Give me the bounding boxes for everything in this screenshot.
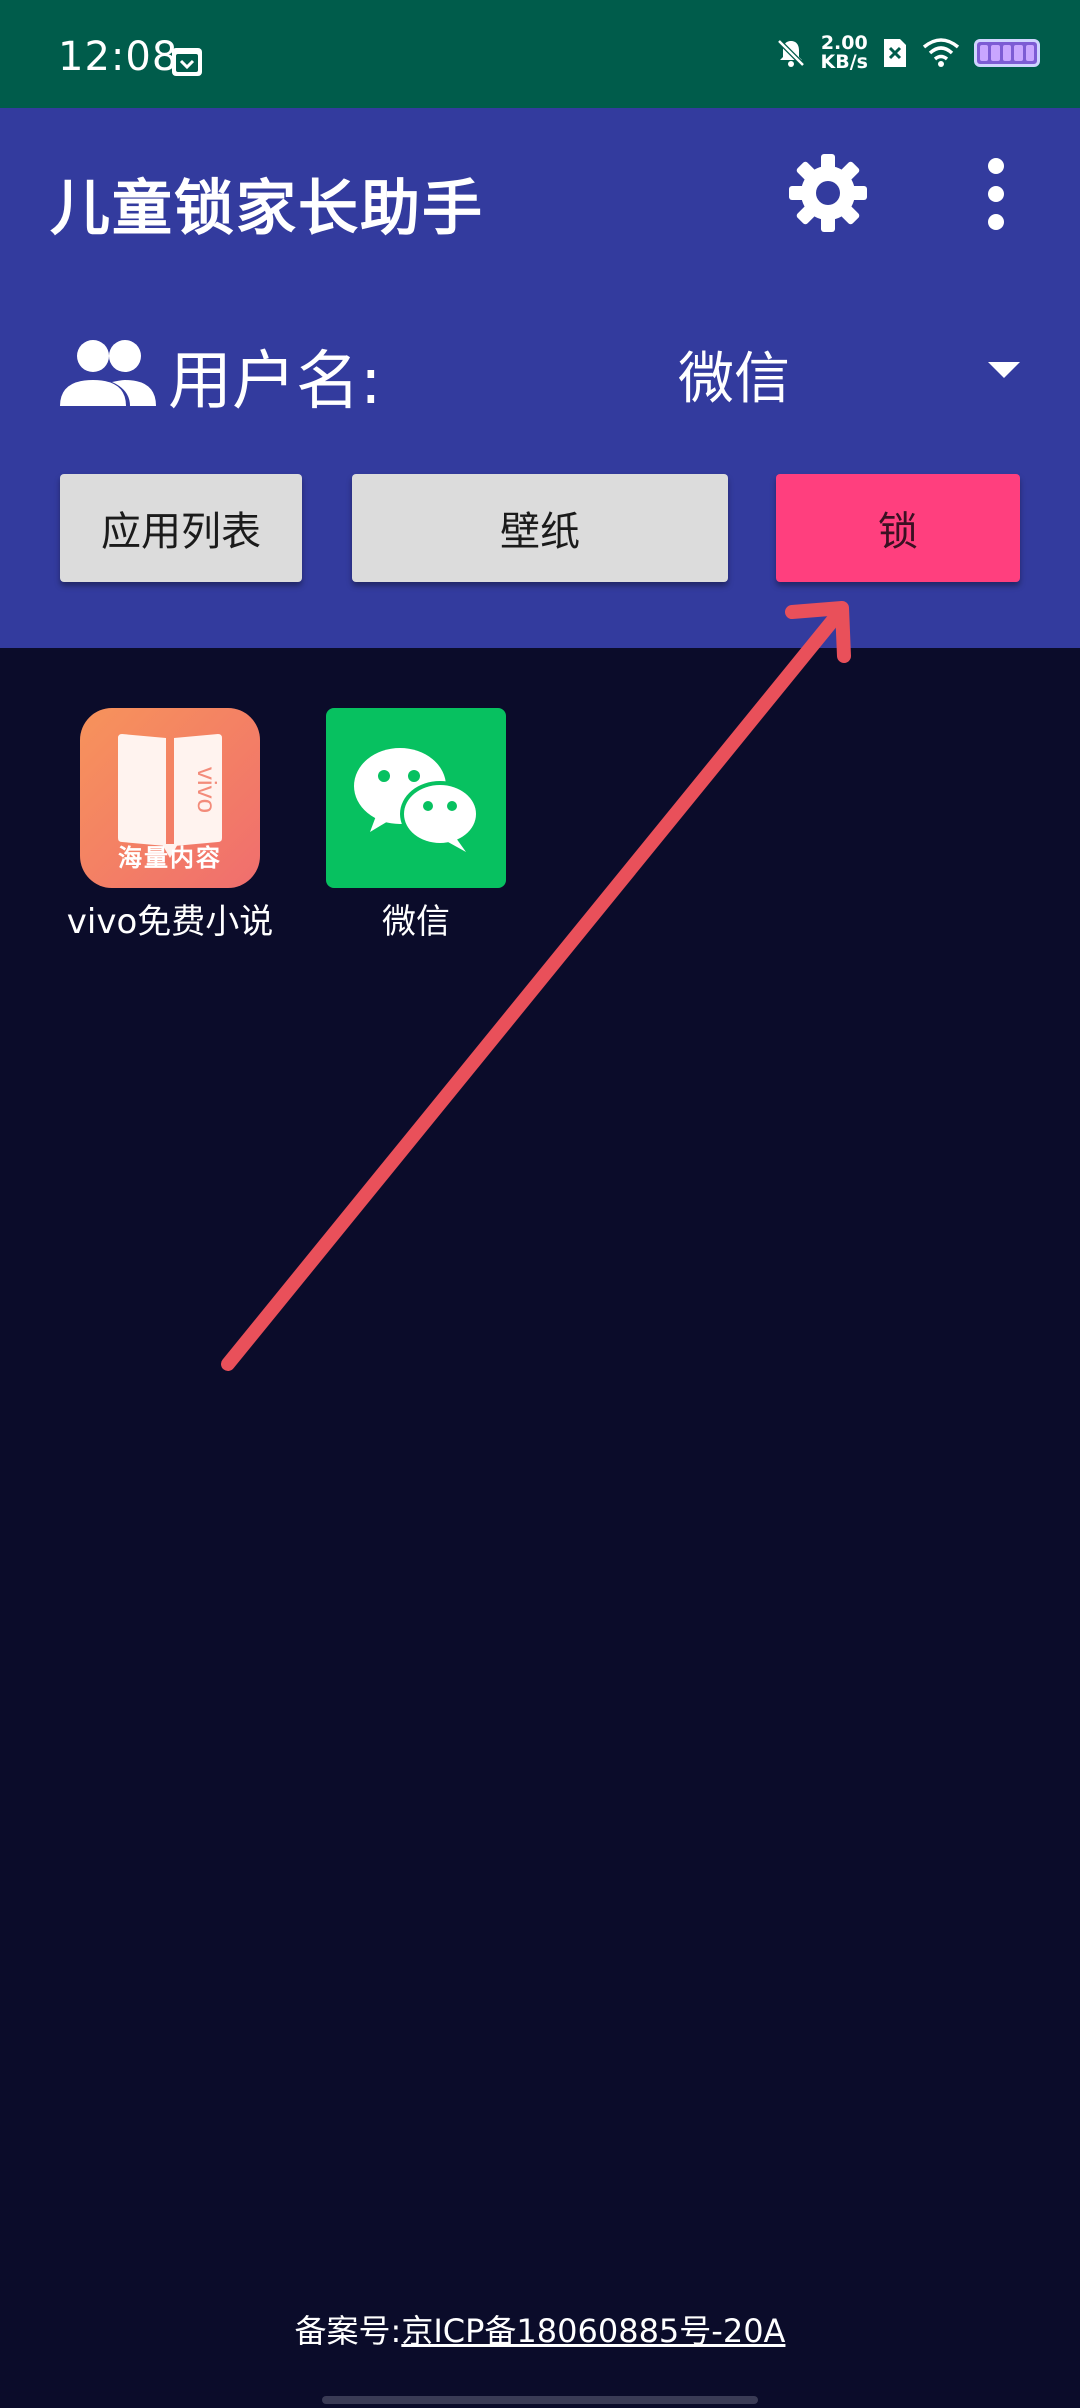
icp-link[interactable]: 京ICP备18060885号-20A (401, 2312, 785, 2350)
username-dropdown[interactable]: 微信 (600, 330, 1030, 420)
lock-button[interactable]: 锁 (776, 474, 1020, 582)
app-label: 微信 (382, 902, 450, 942)
icp-label: 备案号: (294, 2312, 402, 2350)
dropdown-arrow-icon (988, 362, 1020, 378)
net-speed: 2.00 KB/s (821, 34, 868, 72)
status-icons: 2.00 KB/s (775, 34, 1040, 72)
vivo-novel-icon: vivo 海量内容 (80, 708, 260, 888)
novel-icon-tag: 海量内容 (118, 844, 222, 872)
calendar-icon (172, 48, 202, 76)
app-bar: 儿童锁家长助手 用户名: 微信 应用列表 壁纸 锁 (0, 108, 1080, 648)
app-label: vivo免费小说 (66, 902, 274, 942)
gesture-handle[interactable] (322, 2396, 758, 2404)
people-icon (60, 340, 156, 406)
wechat-icon (326, 708, 506, 888)
app-item-vivo-novel[interactable]: vivo 海量内容 vivo免费小说 (60, 708, 280, 942)
status-time: 12:08 (58, 34, 179, 80)
more-vert-icon[interactable] (976, 156, 1016, 232)
app-title: 儿童锁家长助手 (50, 174, 484, 244)
net-speed-unit: KB/s (820, 51, 868, 73)
status-bar: 12:08 2.00 KB/s (0, 0, 1080, 108)
sim-off-icon (884, 39, 906, 67)
battery-icon (974, 39, 1040, 67)
svg-text:vivo: vivo (192, 767, 222, 813)
gear-icon[interactable] (785, 150, 871, 236)
app-item-wechat[interactable]: 微信 (306, 708, 526, 942)
mute-icon (776, 39, 805, 67)
app-list-button[interactable]: 应用列表 (60, 474, 302, 582)
icp-footer: 备案号:京ICP备18060885号-20A (0, 2306, 1080, 2352)
wifi-icon (922, 38, 960, 67)
username-label: 用户名: (168, 345, 382, 419)
wallpaper-button[interactable]: 壁纸 (352, 474, 728, 582)
username-selected-value: 微信 (678, 347, 790, 412)
